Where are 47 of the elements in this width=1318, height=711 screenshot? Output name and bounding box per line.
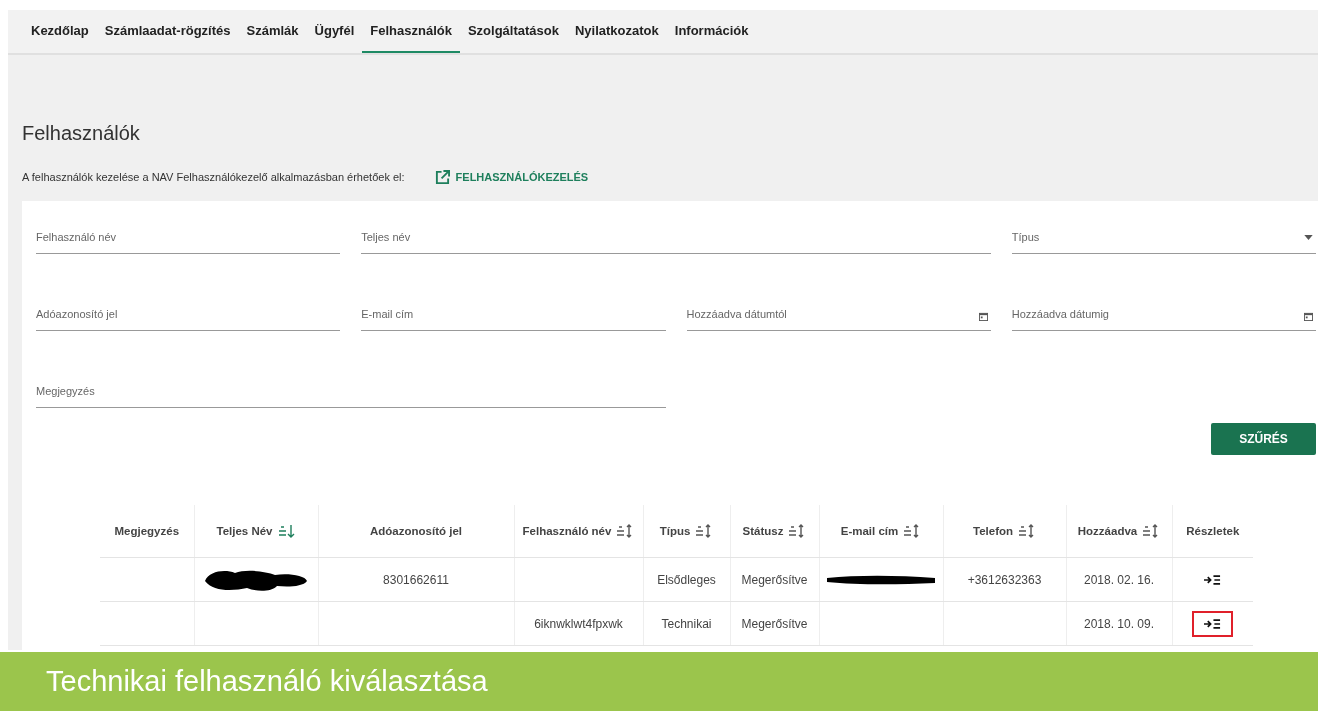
description-text: A felhasználók kezelése a NAV Felhasználókezelő alkalmazásban érhetőek el:	[22, 171, 405, 183]
column-header[interactable]: Felhasználó név	[514, 505, 643, 558]
table-cell: Technikai	[661, 616, 712, 631]
input-field[interactable]: Típus	[1011, 221, 1316, 254]
column-header[interactable]: Adóazonosító jel	[318, 505, 514, 558]
nav-tab[interactable]: Szolgáltatások	[459, 10, 567, 53]
column-header[interactable]: E-mail cím	[819, 505, 943, 558]
input-field[interactable]: Hozzáadva dátumig	[1011, 298, 1316, 331]
table-cell: Megerősítve	[741, 572, 808, 587]
nav-tab[interactable]: Kezdőlap	[23, 10, 97, 53]
input-field[interactable]: E-mail cím	[361, 298, 666, 331]
user-management-link[interactable]: FELHASZNÁLÓKEZELÉS	[434, 169, 589, 185]
column-header[interactable]: Teljes Név	[194, 505, 318, 558]
calendar-icon	[978, 312, 988, 321]
input-field[interactable]: Hozzáadva dátumtól	[686, 298, 991, 331]
input-field[interactable]: Felhasználó név	[36, 221, 341, 254]
input-field[interactable]: Adóazonosító jel	[36, 298, 341, 331]
external-link-icon	[434, 169, 450, 185]
nav-tab[interactable]: Nyilatkozatok	[566, 10, 667, 53]
column-header[interactable]: Típus	[643, 505, 730, 558]
nav-tab[interactable]: Felhasználók	[362, 10, 460, 53]
table-cell: Elsődleges	[657, 572, 716, 587]
input-field[interactable]: Megjegyzés	[36, 375, 666, 408]
table-cell: 2018. 10. 09.	[1083, 616, 1155, 631]
page-title: Felhasználók	[22, 122, 141, 145]
caption-text: Technikai felhasználó kiválasztása	[46, 665, 488, 698]
nav-tab[interactable]: Számlák	[238, 10, 307, 53]
column-header[interactable]: Státusz	[730, 505, 819, 558]
column-header[interactable]: Telefon	[943, 505, 1066, 558]
table-cell: 6iknwklwt4fpxwk	[534, 616, 623, 631]
column-header[interactable]: Megjegyzés	[100, 505, 194, 558]
table-cell: Megerősítve	[741, 616, 808, 631]
input-field[interactable]: Teljes név	[361, 221, 991, 254]
calendar-icon	[1304, 312, 1313, 321]
dropdown-caret-icon	[1304, 235, 1313, 240]
table-cell: 2018. 02. 16.	[1083, 572, 1155, 587]
nav-tab[interactable]: Ügyfél	[306, 10, 363, 53]
details-icon	[1204, 574, 1222, 585]
column-header[interactable]: Részletek	[1172, 505, 1253, 558]
details-icon	[1204, 618, 1222, 629]
table-cell: +3612632363	[967, 572, 1042, 587]
nav-tab[interactable]: Számlaadat-rögzítés	[96, 10, 239, 53]
filter-button[interactable]: SZŰRÉS	[1211, 423, 1316, 455]
table-cell: 8301662611	[383, 572, 449, 587]
column-header[interactable]: Hozzáadva	[1066, 505, 1172, 558]
nav-tab[interactable]: Információk	[666, 10, 757, 53]
details-button[interactable]	[1192, 610, 1234, 637]
